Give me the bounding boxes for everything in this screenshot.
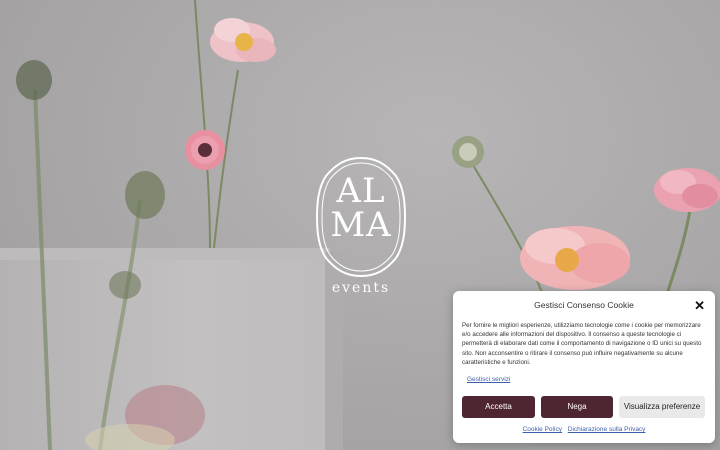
logo-line-1: AL — [336, 171, 386, 211]
cookie-title: Gestisci Consenso Cookie — [534, 300, 634, 310]
privacy-statement-link[interactable]: Dichiarazione sulla Privacy — [568, 426, 646, 433]
logo-subtitle: events — [331, 280, 391, 296]
cookie-footer-links: Cookie Policy Dichiarazione sulla Privac… — [453, 426, 715, 433]
logo-line-2: MA — [330, 205, 392, 245]
cookie-consent-panel: Gestisci Consenso Cookie ✕ Per fornire l… — [453, 291, 715, 443]
manage-services-link[interactable]: Gestisci servizi — [467, 376, 510, 383]
accept-button[interactable]: Accetta — [462, 396, 535, 418]
close-icon[interactable]: ✕ — [694, 298, 705, 314]
deny-button[interactable]: Nega — [541, 396, 613, 418]
view-preferences-button[interactable]: Visualizza preferenze — [619, 396, 705, 418]
cookie-description: Per fornire le migliori esperienze, util… — [462, 322, 702, 366]
alma-logo[interactable]: AL MA — [315, 156, 407, 278]
cookie-policy-link[interactable]: Cookie Policy — [523, 426, 562, 433]
